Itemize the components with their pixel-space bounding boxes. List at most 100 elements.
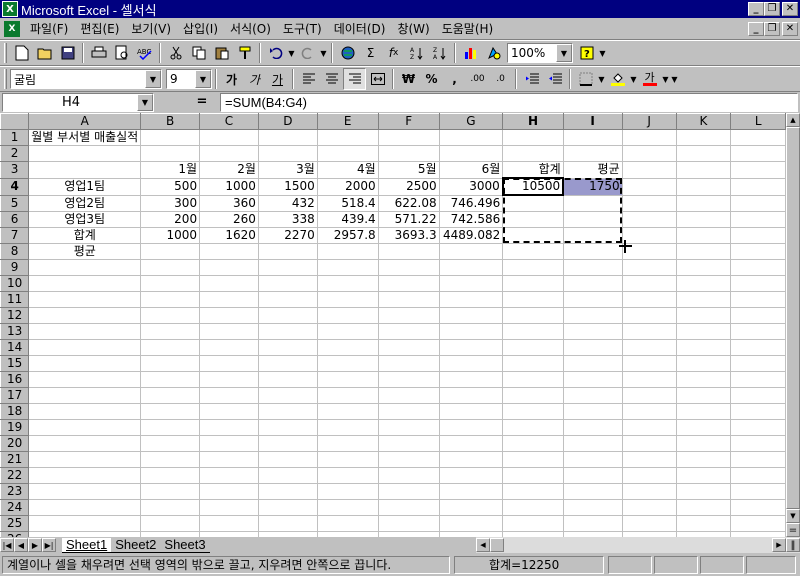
doc-restore-button[interactable]: ❐ — [764, 21, 780, 36]
row-header[interactable]: 3 — [0, 161, 30, 179]
cell-F24[interactable] — [378, 499, 440, 516]
cell-C11[interactable] — [199, 291, 259, 308]
cut-icon[interactable] — [164, 42, 187, 64]
cell-F4[interactable]: 2500 — [378, 178, 440, 196]
cell-I18[interactable] — [563, 403, 623, 420]
cell-C25[interactable] — [199, 515, 259, 532]
cell-J20[interactable] — [622, 435, 677, 452]
cell-I25[interactable] — [563, 515, 623, 532]
cell-D22[interactable] — [258, 467, 318, 484]
cell-D12[interactable] — [258, 307, 318, 324]
row-header[interactable]: 16 — [0, 370, 30, 388]
cell-L22[interactable] — [730, 467, 786, 484]
cell-H2[interactable] — [502, 145, 564, 162]
cell-I10[interactable] — [563, 275, 623, 292]
cell-G2[interactable] — [439, 145, 504, 162]
align-center-icon[interactable] — [320, 68, 343, 90]
cell-D16[interactable] — [258, 371, 318, 388]
column-header[interactable]: K — [675, 113, 732, 130]
cell-A21[interactable] — [28, 451, 142, 468]
cell-F20[interactable] — [378, 435, 440, 452]
cell-B9[interactable] — [140, 259, 201, 276]
row-header[interactable]: 19 — [0, 418, 30, 436]
cell-I23[interactable] — [563, 483, 623, 500]
scroll-down-icon[interactable]: ▼ — [786, 509, 800, 523]
row-header[interactable]: 1 — [0, 129, 30, 146]
cell-G6[interactable]: 742.586 — [439, 211, 504, 228]
cell-C10[interactable] — [199, 275, 259, 292]
cell-F15[interactable] — [378, 355, 440, 372]
menu-view[interactable]: 보기(V) — [125, 20, 177, 37]
cell-H20[interactable] — [502, 435, 564, 452]
cell-K6[interactable] — [676, 211, 732, 228]
cell-D10[interactable] — [258, 275, 318, 292]
cell-D18[interactable] — [258, 403, 318, 420]
cell-K7[interactable] — [676, 227, 732, 244]
cell-L12[interactable] — [730, 307, 786, 324]
cell-E2[interactable] — [317, 145, 379, 162]
cell-J4[interactable] — [622, 178, 677, 196]
cell-A4[interactable]: 영업1팀 — [28, 178, 142, 196]
menu-file[interactable]: 파일(F) — [24, 20, 74, 37]
cell-K2[interactable] — [676, 145, 732, 162]
cell-B21[interactable] — [140, 451, 201, 468]
cell-I17[interactable] — [563, 387, 623, 404]
increase-indent-icon[interactable] — [543, 68, 566, 90]
cell-D6[interactable]: 338 — [258, 211, 318, 228]
cell-F8[interactable] — [378, 243, 440, 260]
cell-C22[interactable] — [199, 467, 259, 484]
row-header[interactable]: 13 — [0, 322, 30, 340]
cell-A8[interactable]: 평균 — [28, 243, 142, 260]
cell-B6[interactable]: 200 — [140, 211, 201, 228]
cell-B17[interactable] — [140, 387, 201, 404]
cell-G15[interactable] — [439, 355, 504, 372]
cell-H1[interactable] — [502, 129, 564, 146]
cell-A15[interactable] — [28, 355, 142, 372]
cell-B1[interactable] — [140, 129, 201, 146]
decrease-indent-icon[interactable] — [520, 68, 543, 90]
cell-A14[interactable] — [28, 339, 142, 356]
cell-H13[interactable] — [502, 323, 564, 340]
column-header[interactable]: L — [730, 113, 786, 130]
cell-A13[interactable] — [28, 323, 142, 340]
row-header[interactable]: 12 — [0, 306, 30, 324]
cell-F11[interactable] — [378, 291, 440, 308]
cell-G9[interactable] — [439, 259, 504, 276]
cell-E13[interactable] — [317, 323, 379, 340]
cell-K13[interactable] — [676, 323, 732, 340]
cell-L2[interactable] — [730, 145, 786, 162]
cell-F14[interactable] — [378, 339, 440, 356]
cell-F13[interactable] — [378, 323, 440, 340]
cell-L4[interactable] — [730, 178, 786, 196]
cell-G4[interactable]: 3000 — [439, 178, 504, 196]
cell-D9[interactable] — [258, 259, 318, 276]
cell-C5[interactable]: 360 — [199, 195, 259, 212]
cell-A5[interactable]: 영업2팀 — [28, 195, 142, 212]
cell-H22[interactable] — [502, 467, 564, 484]
cell-C18[interactable] — [199, 403, 259, 420]
increase-decimal-button[interactable]: .00 — [466, 68, 489, 90]
cell-G22[interactable] — [439, 467, 504, 484]
excel-icon[interactable]: X — [2, 1, 18, 17]
sort-descending-icon[interactable]: ZA — [428, 42, 451, 64]
comma-button[interactable]: , — [443, 68, 466, 90]
cell-K20[interactable] — [676, 435, 732, 452]
cell-L21[interactable] — [730, 451, 786, 468]
cell-J6[interactable] — [622, 211, 677, 228]
cell-D7[interactable]: 2270 — [258, 227, 318, 244]
cell-K5[interactable] — [676, 195, 732, 212]
cell-C13[interactable] — [199, 323, 259, 340]
cell-K14[interactable] — [676, 339, 732, 356]
row-header[interactable]: 25 — [0, 514, 30, 532]
cell-C21[interactable] — [199, 451, 259, 468]
cell-L10[interactable] — [730, 275, 786, 292]
cell-I5[interactable] — [563, 195, 623, 212]
cell-F2[interactable] — [378, 145, 440, 162]
cell-H24[interactable] — [502, 499, 564, 516]
cell-E18[interactable] — [317, 403, 379, 420]
align-left-icon[interactable] — [297, 68, 320, 90]
cell-G20[interactable] — [439, 435, 504, 452]
cell-K17[interactable] — [676, 387, 732, 404]
cell-K21[interactable] — [676, 451, 732, 468]
cell-J9[interactable] — [622, 259, 677, 276]
